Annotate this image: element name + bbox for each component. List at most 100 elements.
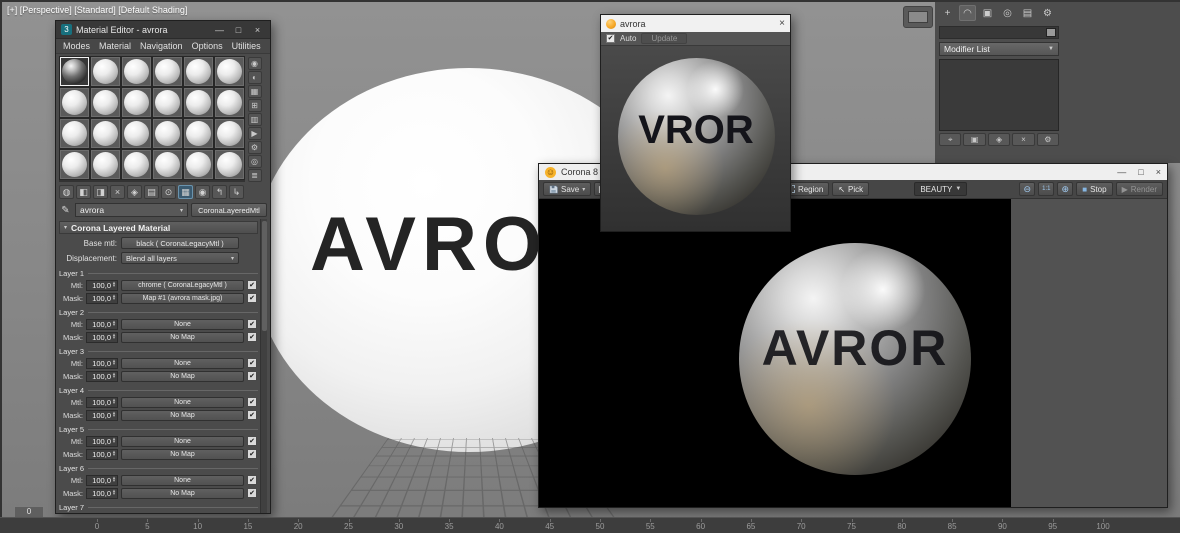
mask-amount-spinner[interactable]: 100,0 ▴ ▾ [86, 487, 118, 499]
mtl-enable-checkbox[interactable]: ✔ [247, 397, 257, 407]
show-map-in-viewport-icon[interactable]: ▦ [178, 185, 193, 199]
spinner-down-icon[interactable]: ▾ [113, 362, 116, 367]
material-type-button[interactable]: CoronaLayeredMtl [191, 203, 267, 217]
sample-type-icon[interactable]: ◉ [247, 57, 262, 70]
mtl-amount-spinner[interactable]: 100,0 ▴ ▾ [86, 396, 118, 408]
spinner-arrows[interactable]: ▴ ▾ [111, 358, 117, 367]
mask-map-button[interactable]: No Map [121, 370, 244, 382]
modify-tab-icon[interactable]: ◠ [959, 5, 976, 21]
material-sample-slot[interactable] [90, 149, 121, 180]
close-button[interactable]: × [250, 25, 265, 35]
close-button[interactable]: × [779, 18, 785, 29]
mask-map-button[interactable]: No Map [121, 487, 244, 499]
mtl-map-button[interactable]: None [121, 357, 244, 369]
spinner-arrows[interactable]: ▴ ▾ [111, 371, 117, 380]
material-sample-slot[interactable] [59, 56, 90, 87]
mtl-map-button[interactable]: None [121, 396, 244, 408]
spinner-arrows[interactable]: ▴ ▾ [111, 293, 117, 302]
spinner-arrows[interactable]: ▴ ▾ [111, 449, 117, 458]
mtl-amount-spinner[interactable]: 100,0 ▴ ▾ [86, 357, 118, 369]
show-end-result-icon[interactable]: ◉ [195, 185, 210, 199]
remove-modifier-icon[interactable]: × [1012, 133, 1035, 146]
mask-enable-checkbox[interactable]: ✔ [247, 488, 257, 498]
mtl-amount-spinner[interactable]: 100,0 ▴ ▾ [86, 318, 118, 330]
utilities-tab-icon[interactable]: ⚙ [1039, 5, 1056, 21]
mask-enable-checkbox[interactable]: ✔ [247, 293, 257, 303]
mask-enable-checkbox[interactable]: ✔ [247, 371, 257, 381]
material-sample-slot[interactable] [121, 118, 152, 149]
zoom-fit-icon[interactable]: 1:1 [1038, 182, 1055, 196]
material-sample-slot[interactable] [59, 149, 90, 180]
mtl-map-button[interactable]: chrome ( CoronaLegacyMtl ) [121, 279, 244, 291]
material-map-navigator-icon[interactable]: ≣ [247, 169, 262, 182]
select-by-material-icon[interactable]: ◎ [247, 155, 262, 168]
spinner-down-icon[interactable]: ▾ [113, 492, 116, 497]
maximize-button[interactable]: □ [231, 25, 246, 35]
close-button[interactable]: × [1156, 167, 1161, 177]
toolbar-fragment-icon[interactable] [908, 11, 928, 23]
backlight-icon[interactable]: ◐ [247, 71, 262, 84]
preview-titlebar[interactable]: avrora × [601, 15, 790, 32]
put-to-library-icon[interactable]: ▤ [144, 185, 159, 199]
spinner-down-icon[interactable]: ▾ [113, 401, 116, 406]
material-sample-slot[interactable] [90, 118, 121, 149]
menu-options[interactable]: Options [192, 41, 223, 51]
sample-uv-tiling-icon[interactable]: ⊞ [247, 99, 262, 112]
show-end-result-icon[interactable]: ▣ [963, 133, 986, 146]
spinner-arrows[interactable]: ▴ ▾ [111, 436, 117, 445]
material-sample-slot[interactable] [152, 149, 183, 180]
spinner-arrows[interactable]: ▴ ▾ [111, 332, 117, 341]
spinner-arrows[interactable]: ▴ ▾ [111, 488, 117, 497]
go-to-parent-icon[interactable]: ↰ [212, 185, 227, 199]
mtl-amount-spinner[interactable]: 100,0 ▴ ▾ [86, 474, 118, 486]
create-tab-icon[interactable]: + [939, 5, 956, 21]
reset-map-icon[interactable]: × [110, 185, 125, 199]
channel-dropdown[interactable]: BEAUTY ▼ [914, 182, 968, 196]
displacement-dropdown[interactable]: Blend all layers ▾ [121, 252, 239, 264]
material-sample-slot[interactable] [183, 149, 214, 180]
spinner-down-icon[interactable]: ▾ [113, 414, 116, 419]
mtl-map-button[interactable]: None [121, 474, 244, 486]
configure-modifier-sets-icon[interactable]: ⚙ [1036, 133, 1060, 146]
mtl-map-button[interactable]: None [121, 318, 244, 330]
spinner-down-icon[interactable]: ▾ [113, 323, 116, 328]
get-material-icon[interactable]: ◍ [59, 185, 74, 199]
spinner-down-icon[interactable]: ▾ [113, 479, 116, 484]
mtl-enable-checkbox[interactable]: ✔ [247, 280, 257, 290]
assign-to-selection-icon[interactable]: ◨ [93, 185, 108, 199]
stop-button[interactable]: ■ Stop [1076, 182, 1113, 196]
rollout-header[interactable]: ▾ Corona Layered Material [59, 221, 258, 234]
material-sample-slot[interactable] [59, 118, 90, 149]
menu-navigation[interactable]: Navigation [140, 41, 183, 51]
motion-tab-icon[interactable]: ◎ [999, 5, 1016, 21]
vertical-scrollbar[interactable] [260, 219, 267, 513]
mask-amount-spinner[interactable]: 100,0 ▴ ▾ [86, 370, 118, 382]
put-to-scene-icon[interactable]: ◧ [76, 185, 91, 199]
mtl-amount-spinner[interactable]: 100,0 ▴ ▾ [86, 435, 118, 447]
mask-enable-checkbox[interactable]: ✔ [247, 449, 257, 459]
mtl-amount-spinner[interactable]: 100,0 ▴ ▾ [86, 279, 118, 291]
material-sample-slot[interactable] [152, 87, 183, 118]
make-unique-icon[interactable]: ◈ [987, 133, 1011, 146]
display-tab-icon[interactable]: ▤ [1019, 5, 1036, 21]
mtl-enable-checkbox[interactable]: ✔ [247, 358, 257, 368]
mtl-map-button[interactable]: None [121, 435, 244, 447]
spinner-arrows[interactable]: ▴ ▾ [111, 410, 117, 419]
spinner-down-icon[interactable]: ▾ [113, 284, 116, 289]
background-icon[interactable]: ▦ [247, 85, 262, 98]
update-button[interactable]: Update [641, 33, 688, 44]
material-sample-slot[interactable] [214, 149, 245, 180]
pin-stack-icon[interactable]: ⌖ [939, 133, 962, 146]
viewport-label[interactable]: [+] [Perspective] [Standard] [Default Sh… [7, 5, 187, 15]
scrollbar-thumb[interactable] [262, 221, 267, 331]
spinner-down-icon[interactable]: ▾ [113, 440, 116, 445]
mask-map-button[interactable]: No Map [121, 448, 244, 460]
mask-amount-spinner[interactable]: 100,0 ▴ ▾ [86, 331, 118, 343]
maximize-button[interactable]: □ [1138, 167, 1143, 177]
menu-utilities[interactable]: Utilities [232, 41, 261, 51]
menu-modes[interactable]: Modes [63, 41, 90, 51]
material-sample-slot[interactable] [59, 87, 90, 118]
material-sample-slot[interactable] [121, 87, 152, 118]
material-sample-slot[interactable] [214, 87, 245, 118]
make-unique-icon[interactable]: ◈ [127, 185, 142, 199]
